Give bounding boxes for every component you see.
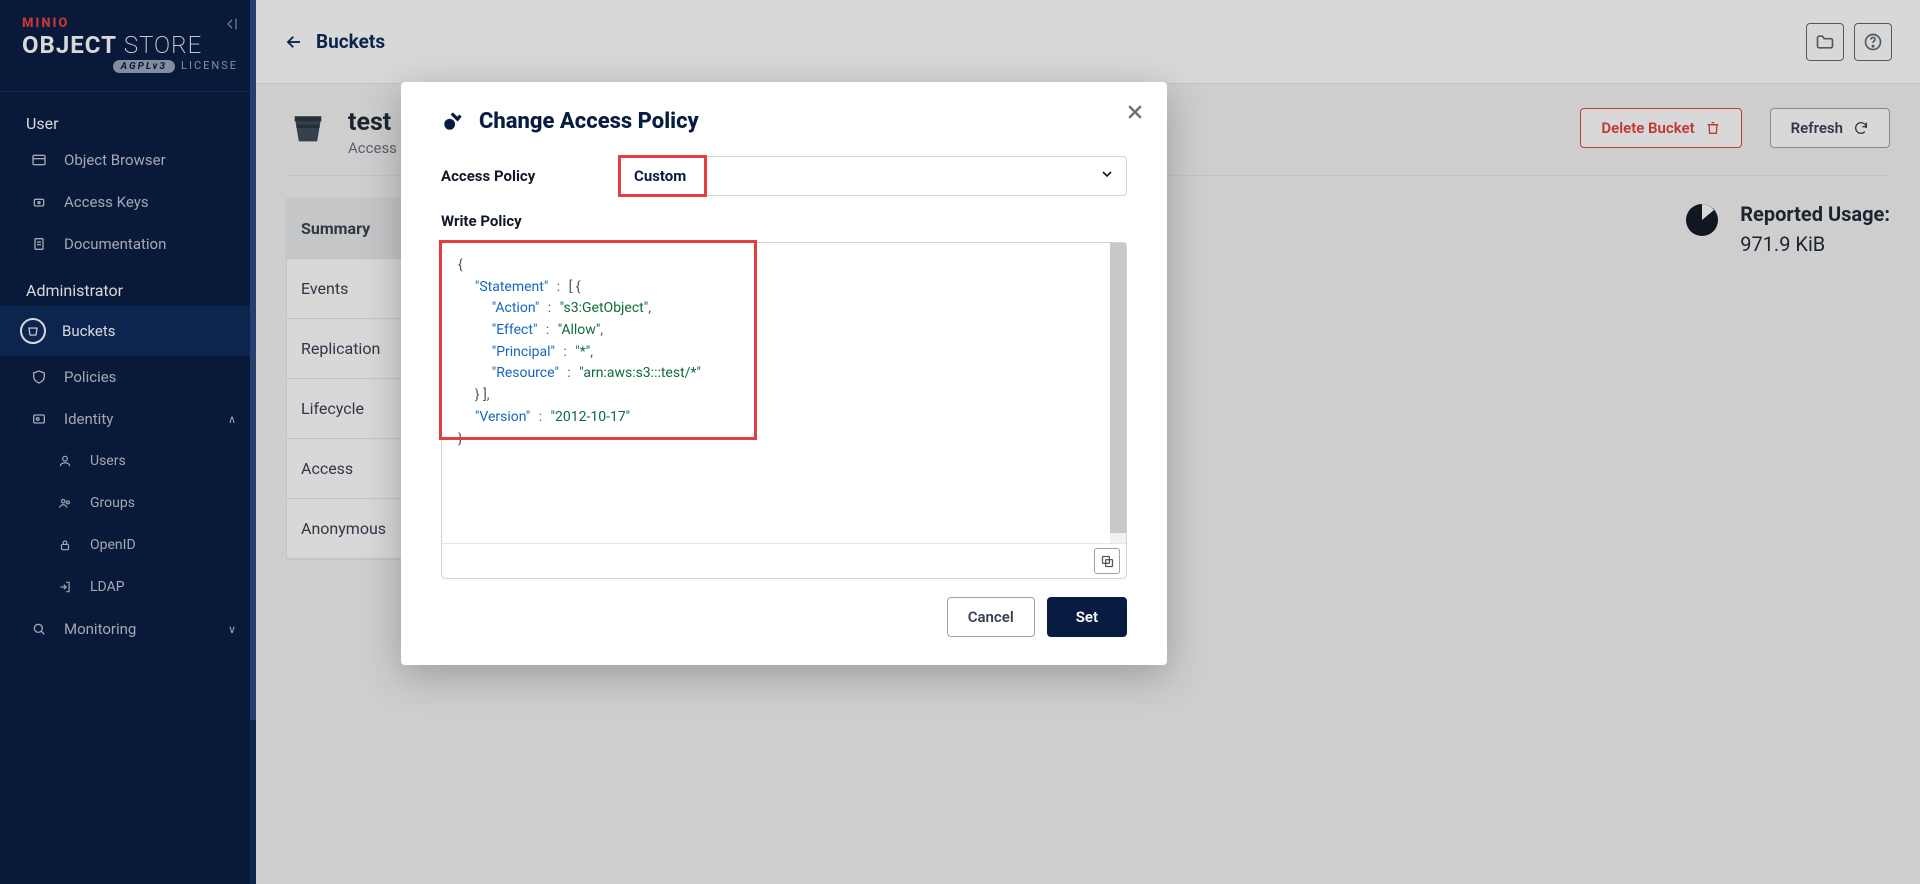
write-policy-label: Write Policy <box>441 212 1127 230</box>
close-icon <box>1125 102 1145 122</box>
editor-scrollbar-thumb[interactable] <box>1110 243 1126 533</box>
set-button[interactable]: Set <box>1047 597 1127 637</box>
access-policy-label: Access Policy <box>441 167 619 185</box>
copy-button[interactable] <box>1094 548 1120 574</box>
chevron-down-icon <box>1099 166 1115 186</box>
change-access-policy-modal: Change Access Policy Access Policy Custo… <box>401 82 1167 665</box>
key-icon <box>441 108 467 134</box>
access-policy-value: Custom <box>634 167 686 185</box>
access-policy-row: Access Policy Custom <box>441 156 1127 196</box>
policy-editor[interactable]: { "Statement" : [ { "Action" : "s3:GetOb… <box>441 242 1127 579</box>
cancel-button[interactable]: Cancel <box>947 597 1035 637</box>
copy-icon <box>1100 554 1115 569</box>
access-policy-select[interactable]: Custom <box>619 156 1127 196</box>
modal-title: Change Access Policy <box>479 109 699 134</box>
policy-editor-content[interactable]: { "Statement" : [ { "Action" : "s3:GetOb… <box>442 243 1126 543</box>
close-button[interactable] <box>1121 98 1149 126</box>
